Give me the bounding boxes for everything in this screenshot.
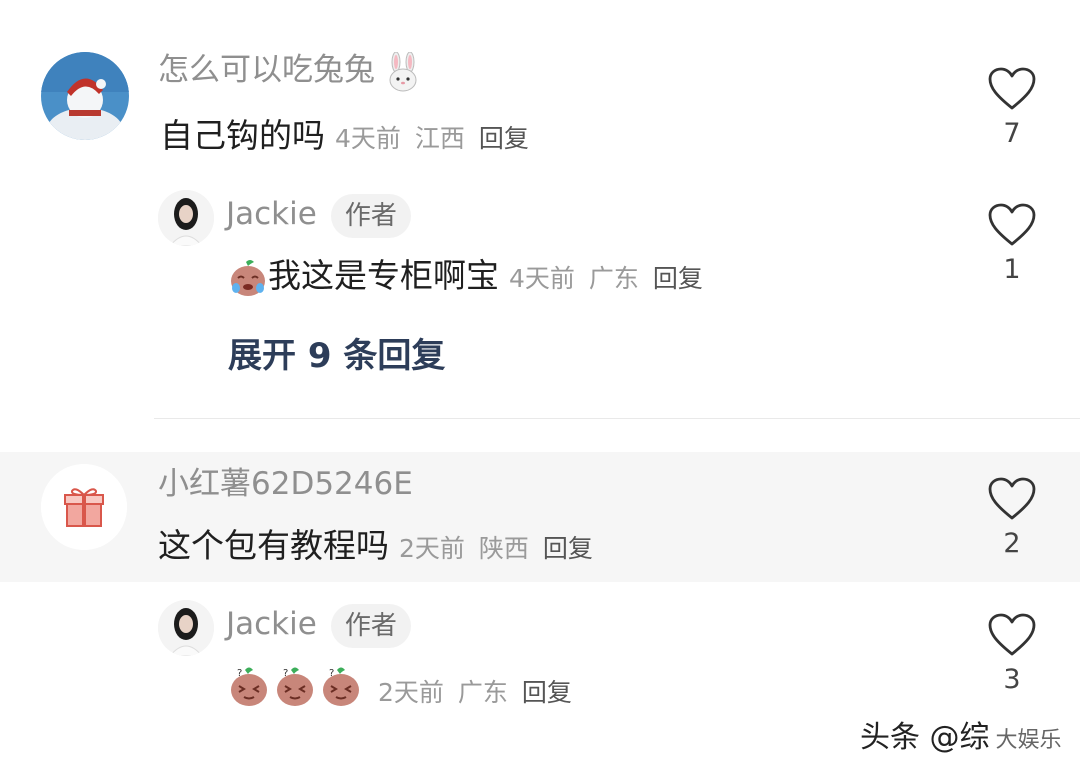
svg-text:?: ? bbox=[329, 668, 334, 679]
crying-sweet-potato-icon bbox=[228, 258, 268, 298]
comment-username[interactable]: 小红薯62D5246E bbox=[158, 464, 413, 504]
reply-time: 2天前 bbox=[378, 678, 444, 707]
comment-text[interactable]: 这个包有教程吗 2天前 陕西 回复 bbox=[158, 524, 593, 571]
author-badge: 作者 bbox=[330, 604, 411, 648]
reply-username[interactable]: Jackie 作者 bbox=[226, 194, 411, 238]
svg-text:?: ? bbox=[283, 668, 288, 679]
reply-time: 4天前 bbox=[509, 264, 575, 293]
heart-icon bbox=[988, 203, 1036, 246]
gift-icon bbox=[41, 464, 127, 550]
avatar[interactable] bbox=[158, 600, 214, 656]
like-button[interactable]: 7 bbox=[982, 66, 1042, 149]
reply-button[interactable]: 回复 bbox=[653, 264, 703, 293]
comment-username[interactable]: 怎么可以吃兔兔 bbox=[158, 50, 421, 92]
comment-location: 陕西 bbox=[478, 534, 529, 563]
heart-icon bbox=[988, 67, 1036, 110]
sweet-potato-icon: ? ? ? bbox=[231, 667, 359, 706]
sweet-potato-emoji-row: ? ? ? bbox=[228, 664, 366, 719]
heart-icon bbox=[988, 613, 1036, 656]
reply-text[interactable]: ? ? ? 2天前 广东 回复 bbox=[228, 664, 572, 719]
comment-time: 2天前 bbox=[399, 534, 465, 563]
author-badge: 作者 bbox=[330, 194, 411, 238]
reply-button[interactable]: 回复 bbox=[543, 534, 593, 563]
like-count: 3 bbox=[1003, 664, 1021, 695]
reply-location: 广东 bbox=[457, 678, 508, 707]
like-count: 2 bbox=[1003, 528, 1021, 559]
watermark: 头条 @综 大娱乐 bbox=[860, 720, 1062, 755]
rabbit-icon bbox=[385, 51, 421, 92]
expand-replies-button[interactable]: 展开 9 条回复 bbox=[228, 328, 445, 377]
avatar[interactable] bbox=[158, 190, 214, 246]
avatar[interactable] bbox=[41, 52, 129, 140]
reply-location: 广东 bbox=[588, 264, 639, 293]
heart-icon bbox=[988, 477, 1036, 520]
comment-time: 4天前 bbox=[335, 124, 401, 153]
like-count: 1 bbox=[1003, 254, 1021, 285]
comment-location: 江西 bbox=[414, 124, 465, 153]
reply-text[interactable]: 我这是专柜啊宝 4天前 广东 回复 bbox=[228, 254, 703, 301]
reply-username[interactable]: Jackie 作者 bbox=[226, 604, 411, 648]
like-count: 7 bbox=[1003, 118, 1021, 149]
avatar[interactable] bbox=[41, 464, 127, 550]
like-button[interactable]: 3 bbox=[982, 612, 1042, 695]
comment-text[interactable]: 自己钩的吗 4天前 江西 回复 bbox=[160, 114, 529, 161]
reply-button[interactable]: 回复 bbox=[479, 124, 529, 153]
reply-button[interactable]: 回复 bbox=[522, 678, 572, 707]
like-button[interactable]: 2 bbox=[982, 476, 1042, 559]
like-button[interactable]: 1 bbox=[982, 202, 1042, 285]
divider bbox=[154, 418, 1080, 419]
svg-text:?: ? bbox=[237, 668, 242, 679]
